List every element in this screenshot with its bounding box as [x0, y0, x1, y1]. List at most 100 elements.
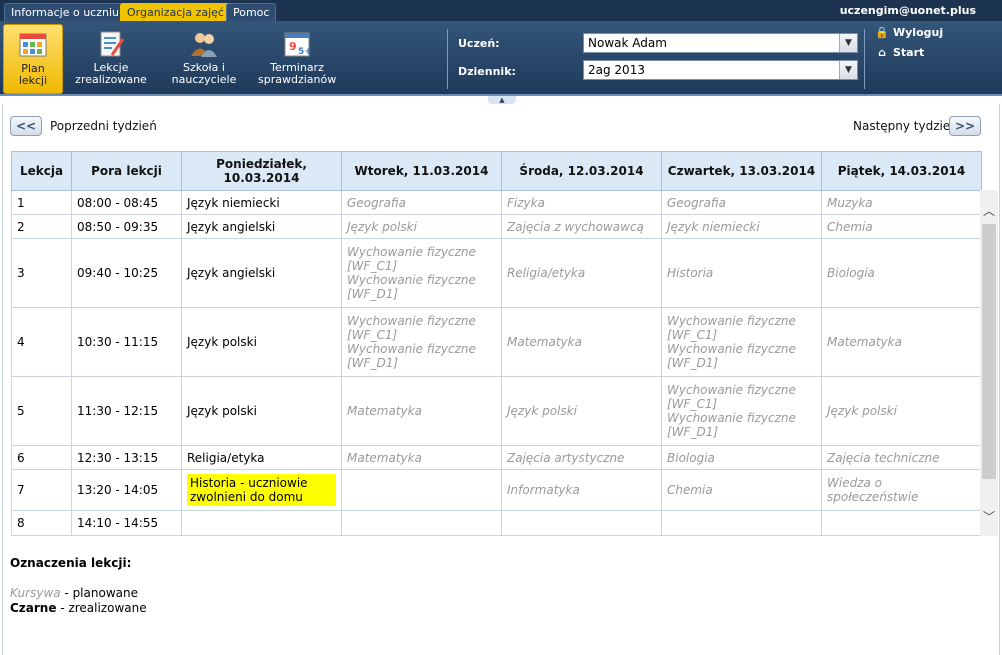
lesson-cell-friday[interactable]: Biologia — [821, 238, 982, 308]
lesson-cell-monday[interactable]: Język angielski — [181, 238, 342, 308]
lesson-time: 12:30 - 13:15 — [71, 445, 182, 470]
tab-organizacja-zajec[interactable]: Organizacja zajęć — [120, 3, 231, 21]
lesson-cell-wednesday[interactable]: Język polski — [501, 376, 662, 446]
lesson-cell-thursday[interactable]: Wychowanie fizyczne [WF_C1] Wychowanie fiz… — [661, 376, 822, 446]
lesson-cell-friday[interactable]: Język polski — [821, 376, 982, 446]
lesson-cell-tuesday[interactable]: Geografia — [341, 190, 502, 215]
plan-lekcji-button[interactable]: Plan lekcji — [3, 24, 63, 94]
lesson-cell-friday[interactable]: Muzyka — [821, 190, 982, 215]
lesson-cell-wednesday[interactable]: Religia/etyka — [501, 238, 662, 308]
chevron-down-icon[interactable]: ▼ — [839, 61, 857, 79]
lesson-cell-tuesday[interactable]: Matematyka — [341, 445, 502, 470]
lesson-subject-line: zwolnieni do domu — [190, 490, 303, 504]
lesson-cell-friday[interactable]: Zajęcia techniczne — [821, 445, 982, 470]
table-row: 3 09:40 - 10:25 Język angielski Wychowanie … — [11, 238, 982, 308]
lesson-subject-line: Matematyka — [347, 450, 422, 465]
lesson-subject-line: Geografia — [347, 195, 407, 210]
lesson-cell-tuesday[interactable]: Matematyka — [341, 376, 502, 446]
lesson-cell-thursday[interactable]: Historia — [661, 238, 822, 308]
lesson-cell-monday[interactable]: Język niemiecki — [181, 190, 342, 215]
legend: Oznaczenia lekcji: Kursywa - planowane C… — [10, 556, 147, 616]
lesson-subject-line: Biologia — [827, 266, 875, 280]
lesson-cell-monday[interactable]: Język polski — [181, 376, 342, 446]
lesson-cell-tuesday[interactable]: Język polski — [341, 214, 502, 239]
journal-select[interactable]: 2ag 2013 ▼ — [583, 60, 858, 80]
lesson-time: 09:40 - 10:25 — [71, 238, 182, 308]
lesson-cell-wednesday[interactable]: Zajęcia z wychowawcą — [501, 214, 662, 239]
lesson-subject-line: Geografia — [667, 195, 727, 210]
lock-icon: 🔒 — [875, 26, 889, 39]
main-content: << Poprzedni tydzień Następny tydzień >>… — [2, 104, 1000, 655]
lesson-cell-wednesday[interactable]: Matematyka — [501, 307, 662, 377]
lesson-cell-thursday[interactable]: Wychowanie fizyczne [WF_C1] Wychowanie fiz… — [661, 307, 822, 377]
lesson-cell-monday[interactable]: Język polski — [181, 307, 342, 377]
lesson-cell-tuesday — [341, 469, 502, 511]
start-link[interactable]: ⌂ Start — [875, 46, 924, 59]
highlighted-lesson: Historia - uczniowie zwolnieni do domu — [187, 474, 336, 506]
collapse-toolbar-handle[interactable]: ▲ — [488, 96, 516, 104]
terminarz-sprawdzianow-button[interactable]: 9 5+ Terminarz sprawdzianów — [258, 24, 336, 94]
lesson-subject-line: Religia/etyka — [507, 266, 586, 280]
legend-italic-word: Kursywa — [10, 586, 61, 600]
terminarz-label-2: sprawdzianów — [258, 73, 337, 86]
lesson-cell-wednesday[interactable]: Zajęcia artystyczne — [501, 445, 662, 470]
start-label: Start — [893, 46, 925, 59]
toolbar-separator — [864, 29, 865, 89]
lesson-subject-line: Wychowanie fizyczne — [347, 245, 476, 259]
next-week-link[interactable]: Następny tydzień — [853, 119, 958, 133]
lesson-subject-line: Chemia — [667, 483, 713, 497]
lekcje-label-2: zrealizowane — [75, 73, 147, 86]
logout-label: Wyloguj — [893, 26, 944, 39]
lesson-cell-thursday[interactable]: Chemia — [661, 469, 822, 511]
lekcje-zrealizowane-button[interactable]: Lekcje zrealizowane — [73, 24, 149, 94]
lesson-cell-friday — [821, 510, 982, 536]
lesson-subject-line: Zajęcia z wychowawcą — [507, 219, 644, 234]
scrollbar-thumb[interactable] — [982, 224, 996, 479]
journal-select-value: 2ag 2013 — [588, 63, 645, 77]
timetable-header-row: Lekcja Pora lekcji Poniedziałek, 10.03.2… — [11, 151, 982, 191]
lesson-subject-line: [WF_C1] — [347, 328, 398, 342]
lesson-cell-wednesday[interactable]: Informatyka — [501, 469, 662, 511]
lesson-subject-line: Wychowanie fizyczne — [667, 411, 796, 425]
lesson-subject-line: [WF_D1] — [347, 287, 399, 301]
lesson-cell-thursday — [661, 510, 822, 536]
calendar-9-icon: 9 5+ — [284, 32, 312, 57]
toolbar: Plan lekcji Lekcje zrealizowane Szkoła i… — [0, 21, 1002, 96]
user-email: uczengim@uonet.plus — [839, 4, 976, 17]
col-header-monday: Poniedziałek, 10.03.2014 — [181, 151, 342, 191]
prev-week-button[interactable]: << — [10, 116, 42, 136]
lesson-cell-friday[interactable]: Chemia — [821, 214, 982, 239]
lesson-cell-friday[interactable]: Wiedza o społeczeństwie — [821, 469, 982, 511]
lesson-cell-monday[interactable]: Język angielski — [181, 214, 342, 239]
lesson-cell-friday[interactable]: Matematyka — [821, 307, 982, 377]
lesson-cell-monday[interactable]: Historia - uczniowie zwolnieni do domu — [181, 469, 342, 511]
svg-text:5+: 5+ — [298, 47, 312, 57]
scroll-up-icon[interactable]: ︿ — [980, 202, 998, 220]
lesson-cell-tuesday[interactable]: Wychowanie fizyczne [WF_C1] Wychowanie fiz… — [341, 238, 502, 308]
lesson-time: 14:10 - 14:55 — [71, 510, 182, 536]
lesson-subject-line: Wiedza o społeczeństwie — [827, 476, 919, 504]
tab-informacje-o-uczniu[interactable]: Informacje o uczniu — [4, 3, 126, 21]
lesson-cell-thursday[interactable]: Język niemiecki — [661, 214, 822, 239]
tab-pomoc[interactable]: Pomoc — [226, 3, 277, 21]
lesson-subject-line: Matematyka — [827, 335, 902, 349]
student-select[interactable]: Nowak Adam ▼ — [583, 33, 858, 53]
lesson-cell-wednesday[interactable]: Fizyka — [501, 190, 662, 215]
lesson-cell-thursday[interactable]: Biologia — [661, 445, 822, 470]
lesson-cell-thursday[interactable]: Geografia — [661, 190, 822, 215]
logout-link[interactable]: 🔒 Wyloguj — [875, 26, 943, 39]
table-scrollbar[interactable]: ︿ ﹀ — [980, 190, 998, 536]
legend-realized: Czarne - zrealizowane — [10, 601, 147, 616]
lesson-cell-monday[interactable]: Religia/etyka — [181, 445, 342, 470]
lesson-cell-tuesday — [341, 510, 502, 536]
legend-bold-desc: - zrealizowane — [56, 601, 147, 615]
lesson-cell-wednesday — [501, 510, 662, 536]
szkola-i-nauczyciele-button[interactable]: Szkoła i nauczyciele — [168, 24, 240, 94]
next-week-button[interactable]: >> — [949, 116, 981, 136]
col-header-wednesday: Środa, 12.03.2014 — [501, 151, 662, 191]
lesson-cell-tuesday[interactable]: Wychowanie fizyczne [WF_C1] Wychowanie fiz… — [341, 307, 502, 377]
prev-week-link[interactable]: Poprzedni tydzień — [50, 119, 157, 133]
chevron-down-icon[interactable]: ▼ — [839, 34, 857, 52]
lesson-cell-monday — [181, 510, 342, 536]
scroll-down-icon[interactable]: ﹀ — [980, 508, 998, 526]
